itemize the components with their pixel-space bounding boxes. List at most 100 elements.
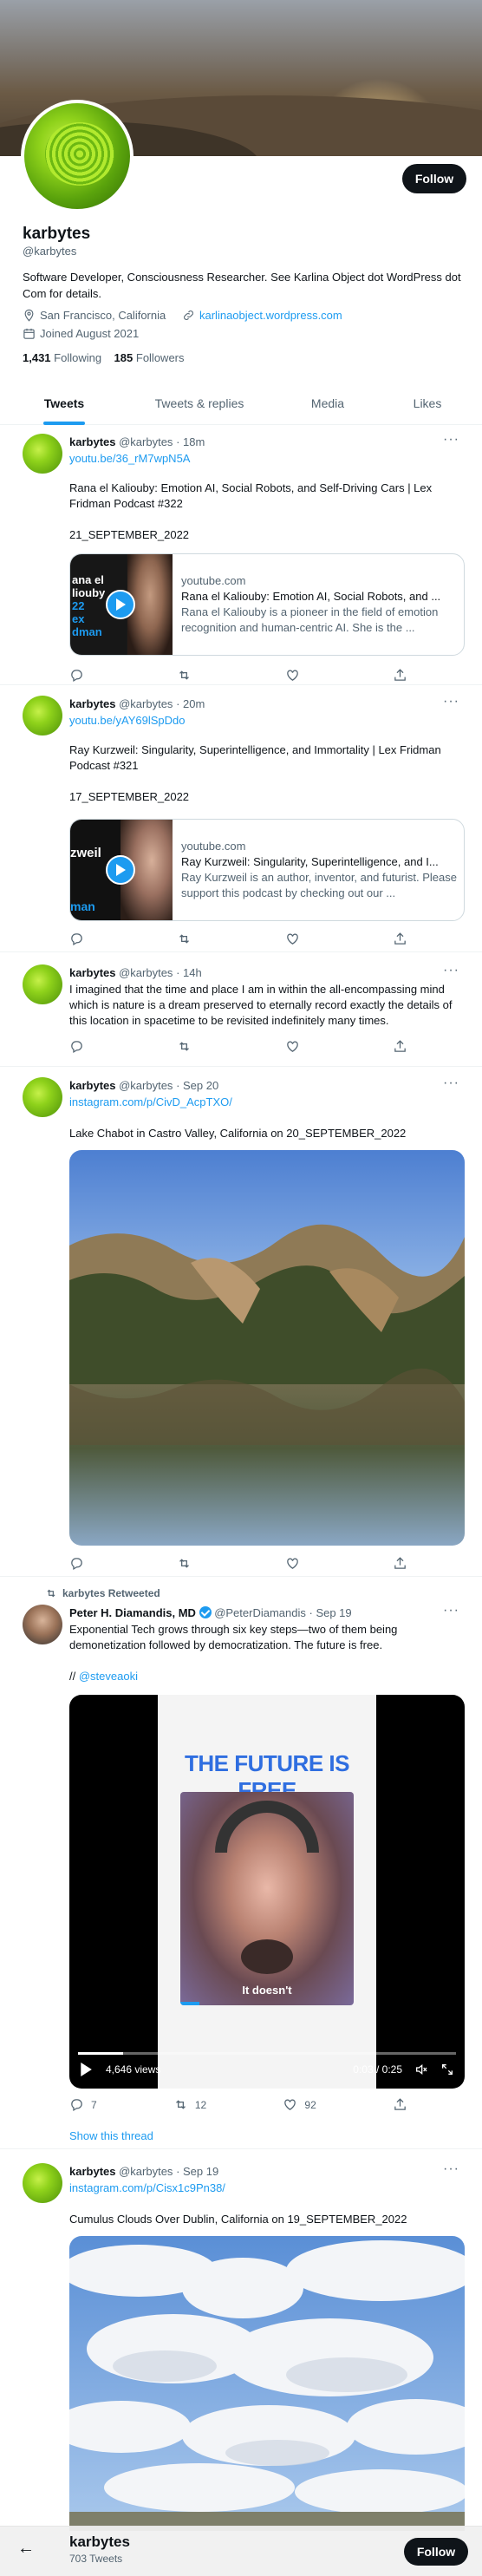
more-options-icon[interactable]: ··· [443,694,459,709]
tweet-link[interactable]: youtu.be/36_rM7wpN5A [69,451,465,467]
profile-tabs: Tweets Tweets & replies Media Likes [0,382,482,425]
tweet-link[interactable]: instagram.com/p/Cisx1c9Pn38/ [69,2180,465,2196]
reply-button[interactable] [69,1039,84,1054]
tab-likes[interactable]: Likes [397,382,458,425]
tweet-time[interactable]: · Sep 19 [176,2165,218,2178]
show-thread-link[interactable]: Show this thread [69,2128,465,2144]
author-name[interactable]: karbytes [69,435,115,448]
profile-website[interactable]: karlinaobject.wordpress.com [182,309,342,322]
reply-button[interactable] [69,668,84,683]
more-options-icon[interactable]: ··· [443,1603,459,1618]
share-button[interactable] [393,668,407,683]
author-handle[interactable]: @karbytes [119,2165,173,2178]
tweet[interactable]: karbytes @karbytes · 18m ··· youtu.be/36… [0,425,482,685]
retweet-button[interactable] [177,1039,192,1054]
tweet-avatar[interactable] [23,964,62,1004]
tweet-text: Lake Chabot in Castro Valley, California… [69,1127,407,1140]
like-button[interactable] [285,668,300,683]
author-name[interactable]: karbytes [69,697,115,710]
tweet[interactable]: karbytes @karbytes · Sep 20 ··· instagra… [0,1067,482,1577]
play-icon[interactable] [106,590,135,619]
share-icon [394,1557,406,1569]
tweet-video[interactable]: THE FUTURE IS FREE It doesn't 4,646 view… [69,1695,465,2089]
reply-button[interactable]: 7 [69,2097,97,2112]
volume-mute-icon[interactable] [414,2063,428,2076]
bottom-follow-button[interactable]: Follow [404,2538,468,2566]
tweet-time[interactable]: · 14h [176,966,202,979]
tweet-time[interactable]: · Sep 19 [309,1606,352,1619]
share-button[interactable] [393,2097,407,2112]
mention-link[interactable]: @steveaoki [79,1670,138,1683]
author-name[interactable]: karbytes [69,2165,115,2178]
tweet-avatar[interactable] [23,2163,62,2203]
tweet-photo[interactable] [69,2236,465,2531]
video-progress-bar[interactable] [78,2052,456,2055]
profile-handle: @karbytes [23,245,77,258]
retweet-button[interactable] [177,932,192,946]
tweet[interactable]: karbytes @karbytes · 14h ··· I imagined … [0,952,482,1067]
tab-tweets[interactable]: Tweets [23,382,106,425]
tweet-link[interactable]: youtu.be/yAY69lSpDdo [69,713,465,729]
calendar-icon [23,328,35,339]
website-link[interactable]: karlinaobject.wordpress.com [199,309,342,322]
retweet-button[interactable] [177,1556,192,1571]
more-options-icon[interactable]: ··· [443,432,459,448]
tweet-avatar[interactable] [23,434,62,474]
tweet-text: I imagined that the time and place I am … [69,983,453,1027]
tweet-avatar[interactable] [23,696,62,736]
fullscreen-icon[interactable] [440,2063,454,2076]
tab-tweets-replies[interactable]: Tweets & replies [139,382,260,425]
reply-button[interactable] [69,932,84,946]
author-handle[interactable]: @karbytes [119,966,173,979]
more-options-icon[interactable]: ··· [443,963,459,978]
link-card[interactable]: zweil man youtube.com Ray Kurzweil: Sing… [69,819,465,921]
following-link[interactable]: 1,431 Following [23,351,101,364]
profile-bio: Software Developer, Consciousness Resear… [23,271,461,300]
tab-media[interactable]: Media [293,382,362,425]
retweeted-tweet[interactable]: karbytes Retweeted Peter H. Diamandis, M… [0,1577,482,2149]
author-name[interactable]: Peter H. Diamandis, MD [69,1606,196,1619]
more-options-icon[interactable]: ··· [443,1076,459,1091]
back-arrow-icon[interactable]: ← [17,2539,35,2559]
reply-button[interactable] [69,1556,84,1571]
author-name[interactable]: karbytes [69,1079,115,1092]
tweet-avatar[interactable] [23,1605,62,1644]
like-button[interactable]: 92 [283,2097,316,2112]
author-handle[interactable]: @karbytes [119,1079,173,1092]
share-icon [394,2098,406,2110]
author-handle[interactable]: @karbytes [119,435,173,448]
verified-badge-icon [199,1606,212,1618]
like-button[interactable] [285,1556,300,1571]
tweet[interactable]: karbytes @karbytes · Sep 19 ··· instagra… [0,2149,482,2531]
tweet-photo[interactable] [69,1150,465,1546]
author-handle[interactable]: @PeterDiamandis [214,1606,306,1619]
more-options-icon[interactable]: ··· [443,2161,459,2177]
heart-icon [286,670,298,681]
share-button[interactable] [393,932,407,946]
retweet-button[interactable]: 12 [173,2097,206,2112]
tweet-time[interactable]: · 18m [176,435,205,448]
retweet-label[interactable]: karbytes Retweeted [62,1587,160,1599]
link-card[interactable]: ana el liouby 22 ex dman youtube.com Ran… [69,553,465,656]
play-icon[interactable] [80,2063,92,2076]
play-icon[interactable] [106,855,135,885]
author-name[interactable]: karbytes [69,966,115,979]
follow-button[interactable]: Follow [402,164,466,193]
profile-avatar[interactable] [21,100,134,212]
tweet-time[interactable]: · Sep 20 [176,1079,218,1092]
tweet-header: karbytes @karbytes · 18m [69,435,205,448]
like-button[interactable] [285,1039,300,1054]
tweet-avatar[interactable] [23,1077,62,1117]
retweet-icon [179,934,190,944]
tweet[interactable]: karbytes @karbytes · 20m ··· youtu.be/yA… [0,685,482,952]
author-handle[interactable]: @karbytes [119,697,173,710]
retweet-button[interactable] [177,668,192,683]
share-button[interactable] [393,1556,407,1571]
tweet-link[interactable]: instagram.com/p/CivD_AcpTXO/ [69,1095,465,1110]
share-button[interactable] [393,1039,407,1054]
tweet-text: Cumulus Clouds Over Dublin, California o… [69,2213,407,2226]
tweet-date-text: 21_SEPTEMBER_2022 [69,528,190,541]
tweet-time[interactable]: · 20m [176,697,205,710]
like-button[interactable] [285,932,300,946]
followers-link[interactable]: 185 Followers [114,351,185,364]
